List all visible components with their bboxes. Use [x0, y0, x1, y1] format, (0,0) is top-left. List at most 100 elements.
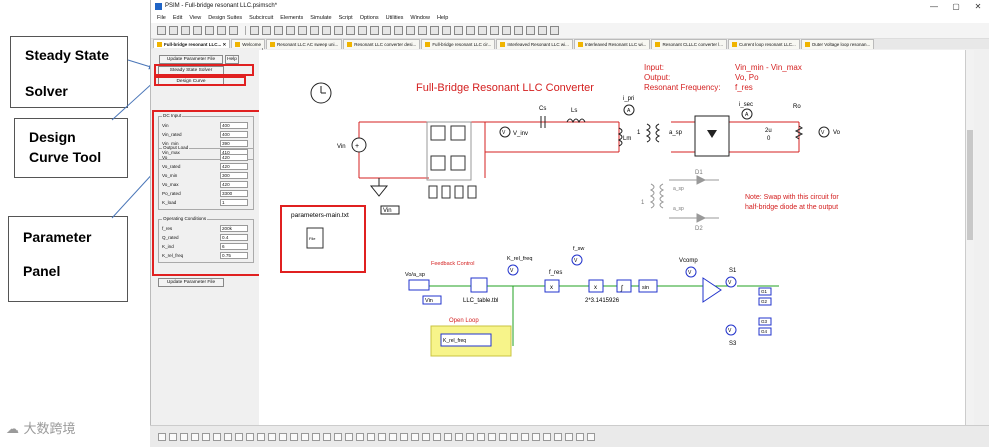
zoom-fit-icon[interactable]: [370, 26, 379, 35]
element-icon[interactable]: [279, 432, 287, 441]
tab-interleaved-1[interactable]: Interleaved Resonant LLC wi...: [496, 39, 573, 49]
undo-icon[interactable]: [205, 26, 214, 35]
vertical-scrollbar[interactable]: [965, 50, 974, 425]
scrollbar-thumb[interactable]: [967, 130, 973, 240]
close-button[interactable]: ✕: [967, 2, 989, 11]
element-icon[interactable]: [477, 432, 485, 441]
tab-clllc[interactable]: Resonant CLLLC converter l...: [651, 39, 727, 49]
redo-icon[interactable]: [217, 26, 226, 35]
element-icon[interactable]: [290, 432, 298, 441]
new-file-icon[interactable]: [157, 26, 166, 35]
update-parameter-file-button-bottom[interactable]: Update Parameter File: [158, 278, 224, 287]
element-icon[interactable]: [356, 432, 364, 441]
element-icon[interactable]: [532, 432, 540, 441]
element-icon[interactable]: [510, 432, 518, 441]
menu-help[interactable]: Help: [437, 15, 448, 21]
element-icon[interactable]: [444, 432, 452, 441]
element-icon[interactable]: [488, 432, 496, 441]
simview-icon[interactable]: [406, 26, 415, 35]
element-icon[interactable]: [576, 432, 584, 441]
smartctrl-icon[interactable]: [418, 26, 427, 35]
element-icon[interactable]: [301, 432, 309, 441]
select-icon[interactable]: [334, 26, 343, 35]
element-icon[interactable]: [554, 432, 562, 441]
find-icon[interactable]: [394, 26, 403, 35]
update-parameter-file-button[interactable]: Update Parameter File: [159, 55, 223, 64]
element-icon[interactable]: [246, 432, 254, 441]
menu-simulate[interactable]: Simulate: [310, 15, 331, 21]
element-icon[interactable]: [191, 432, 199, 441]
print-icon[interactable]: [193, 26, 202, 35]
tab-full-bridge-cir[interactable]: Full-bridge resonant LLC cir...: [421, 39, 496, 49]
element-icon[interactable]: [257, 432, 265, 441]
minimize-button[interactable]: —: [923, 2, 945, 11]
tab-resonant-ac-sweep[interactable]: Resonant LLC AC sweep uni...: [265, 39, 343, 49]
rotate-icon[interactable]: [286, 26, 295, 35]
element-icon[interactable]: [389, 432, 397, 441]
element-icon[interactable]: [345, 432, 353, 441]
element-icon[interactable]: [180, 432, 188, 441]
element-icon[interactable]: [378, 432, 386, 441]
element-icon[interactable]: [169, 432, 177, 441]
element-icon[interactable]: [224, 432, 232, 441]
label-icon[interactable]: [322, 26, 331, 35]
element-icon[interactable]: [158, 432, 166, 441]
element-icon[interactable]: [268, 432, 276, 441]
menu-utilities[interactable]: Utilities: [386, 15, 404, 21]
wire-icon[interactable]: [310, 26, 319, 35]
pen-icon[interactable]: [490, 26, 499, 35]
line-icon[interactable]: [502, 26, 511, 35]
menu-design-suites[interactable]: Design Suites: [208, 15, 242, 21]
element-icon[interactable]: [455, 432, 463, 441]
delete-icon[interactable]: [274, 26, 283, 35]
element-icon[interactable]: [334, 432, 342, 441]
element-icon[interactable]: [466, 432, 474, 441]
menu-window[interactable]: Window: [410, 15, 430, 21]
paste-icon[interactable]: [229, 26, 238, 35]
element-icon[interactable]: [543, 432, 551, 441]
element-icon[interactable]: [521, 432, 529, 441]
menu-elements[interactable]: Elements: [280, 15, 303, 21]
save-icon[interactable]: [181, 26, 190, 35]
help-button[interactable]: Help: [225, 55, 239, 64]
element-icon[interactable]: [587, 432, 595, 441]
open-file-icon[interactable]: [169, 26, 178, 35]
copy-icon[interactable]: [262, 26, 271, 35]
element-icon[interactable]: [433, 432, 441, 441]
stop-icon[interactable]: [478, 26, 487, 35]
schematic-canvas[interactable]: Full-Bridge Resonant LLC Converter Input…: [259, 50, 965, 425]
element-icon[interactable]: [323, 432, 331, 441]
lt-icon[interactable]: [430, 26, 439, 35]
menu-options[interactable]: Options: [360, 15, 379, 21]
waveform-icon[interactable]: [538, 26, 547, 35]
flip-icon[interactable]: [298, 26, 307, 35]
brush-icon[interactable]: [550, 26, 559, 35]
tab-outer-voltage[interactable]: Outer Voltage loop resonan...: [800, 39, 875, 49]
zoom-out-icon[interactable]: [358, 26, 367, 35]
menu-file[interactable]: File: [157, 15, 166, 21]
element-icon[interactable]: [202, 432, 210, 441]
pause-icon[interactable]: [466, 26, 475, 35]
element-icon[interactable]: [213, 432, 221, 441]
run-icon[interactable]: [442, 26, 451, 35]
element-icon[interactable]: [499, 432, 507, 441]
tab-interleaved-2[interactable]: Interleaved Resonant LLC wi...: [573, 39, 651, 49]
element-icon[interactable]: [235, 432, 243, 441]
tab-current-loop[interactable]: Current loop resonant LLC...: [727, 39, 800, 49]
text-icon[interactable]: [514, 26, 523, 35]
element-icon[interactable]: [411, 432, 419, 441]
zoom-in-icon[interactable]: [346, 26, 355, 35]
element-icon[interactable]: [400, 432, 408, 441]
image-icon[interactable]: [526, 26, 535, 35]
maximize-button[interactable]: ▢: [945, 2, 967, 11]
menu-edit[interactable]: Edit: [173, 15, 182, 21]
cut-icon[interactable]: [250, 26, 259, 35]
menu-subcircuit[interactable]: Subcircuit: [249, 15, 273, 21]
zoom-area-icon[interactable]: [382, 26, 391, 35]
element-icon[interactable]: [312, 432, 320, 441]
menu-script[interactable]: Script: [339, 15, 353, 21]
tab-resonant-design[interactable]: Resonant LLC converter desi...: [343, 39, 421, 49]
element-icon[interactable]: [422, 432, 430, 441]
play-icon[interactable]: [454, 26, 463, 35]
element-icon[interactable]: [367, 432, 375, 441]
